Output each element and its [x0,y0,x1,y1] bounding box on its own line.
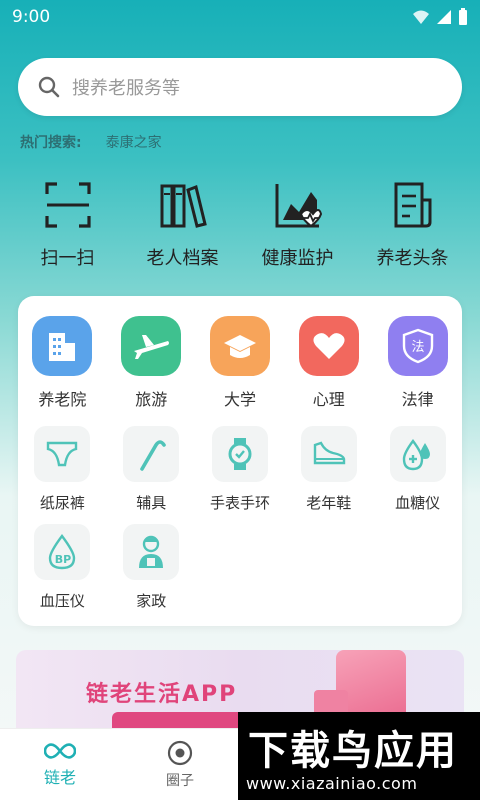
battery-icon [459,8,467,25]
service-label: 养老院 [38,390,87,409]
product-blood-pressure[interactable]: BP 血压仪 [18,524,107,611]
svg-text:BP: BP [55,553,71,566]
quick-label: 扫一扫 [40,248,95,269]
product-label: 辅具 [136,494,167,512]
service-label: 心理 [312,390,345,409]
search-bar[interactable]: 搜养老服务等 [18,58,462,116]
quick-label: 老人档案 [146,248,219,269]
quick-health[interactable]: 健康监护 [240,180,355,270]
quick-label: 养老头条 [376,248,449,269]
product-diaper[interactable]: 纸尿裤 [18,426,107,513]
product-label: 家政 [136,592,167,610]
service-nursing-home[interactable]: 养老院 [18,316,107,410]
watermark-title: 下载鸟应用 [248,728,458,774]
quick-news[interactable]: 养老头条 [355,180,470,270]
watermark: 下载鸟应用 www.xiazainiao.com [238,712,480,800]
status-bar: 9:00 [0,0,480,34]
banner-title: 链老生活APP [86,682,238,707]
product-label: 血压仪 [39,592,85,610]
quick-archive[interactable]: 老人档案 [125,180,240,270]
signal-icon [437,10,451,24]
service-travel[interactable]: 旅游 [107,316,196,410]
product-label: 手表手环 [209,494,270,512]
archive-books-icon [160,184,207,228]
service-row-1: 养老院 旅游 大学 心理 法 法律 [18,316,462,410]
product-housekeeping[interactable]: 家政 [107,524,196,611]
product-shoe[interactable]: 老年鞋 [284,426,373,513]
hot-search-keyword[interactable]: 泰康之家 [106,132,162,152]
product-aid[interactable]: 辅具 [107,426,196,513]
service-law[interactable]: 法 法律 [373,316,462,410]
hot-search-label: 热门搜索: [20,135,82,151]
hot-search: 热门搜索: 泰康之家 [20,132,162,152]
tab-label: 圈子 [166,772,194,789]
shoe-icon [300,426,357,482]
status-icons [412,8,468,26]
product-row-1: 纸尿裤 辅具 手表手环 老年鞋 血糖仪 [18,426,462,513]
svg-text:法: 法 [411,340,424,355]
news-document-icon [394,182,431,228]
diaper-icon [34,426,91,482]
product-label: 老年鞋 [306,494,352,512]
search-icon [38,76,60,98]
service-card: 养老院 旅游 大学 心理 法 法律 纸尿裤 辅具 手表手环 老年鞋 血糖仪 BP… [18,296,462,626]
quick-label: 健康监护 [261,248,334,269]
service-label: 旅游 [135,390,168,409]
status-time: 9:00 [12,7,51,27]
tab-circle[interactable]: 圈子 [120,729,240,800]
product-label: 纸尿裤 [39,494,85,512]
tab-lianlao[interactable]: 链老 [0,729,120,800]
quick-scan[interactable]: 扫一扫 [10,180,125,270]
watch-icon [211,426,268,482]
watermark-url: www.xiazainiao.com [246,774,418,793]
blood-pressure-icon: BP [34,524,91,580]
building-icon [32,316,93,376]
circle-target-icon [167,740,193,765]
product-row-2: BP 血压仪 家政 [18,524,462,611]
law-shield-icon: 法 [387,316,448,376]
tab-label: 链老 [43,767,76,787]
heart-icon [298,316,359,376]
product-label: 血糖仪 [395,494,441,512]
wifi-icon [413,10,429,24]
infinity-icon [44,742,76,759]
service-label: 大学 [223,390,256,409]
blood-glucose-icon [389,426,446,482]
health-chart-icon [275,184,322,228]
graduation-cap-icon [209,316,270,376]
product-glucose[interactable]: 血糖仪 [373,426,462,513]
quick-actions: 扫一扫 老人档案 健康监护 养老头条 [0,180,480,270]
airplane-icon [121,316,182,376]
service-psychology[interactable]: 心理 [284,316,373,410]
search-placeholder: 搜养老服务等 [72,78,180,99]
service-university[interactable]: 大学 [196,316,285,410]
service-label: 法律 [401,390,434,409]
product-watch[interactable]: 手表手环 [196,426,285,513]
cane-icon [123,426,180,482]
housekeeper-icon [123,524,180,580]
scan-icon [44,182,91,228]
